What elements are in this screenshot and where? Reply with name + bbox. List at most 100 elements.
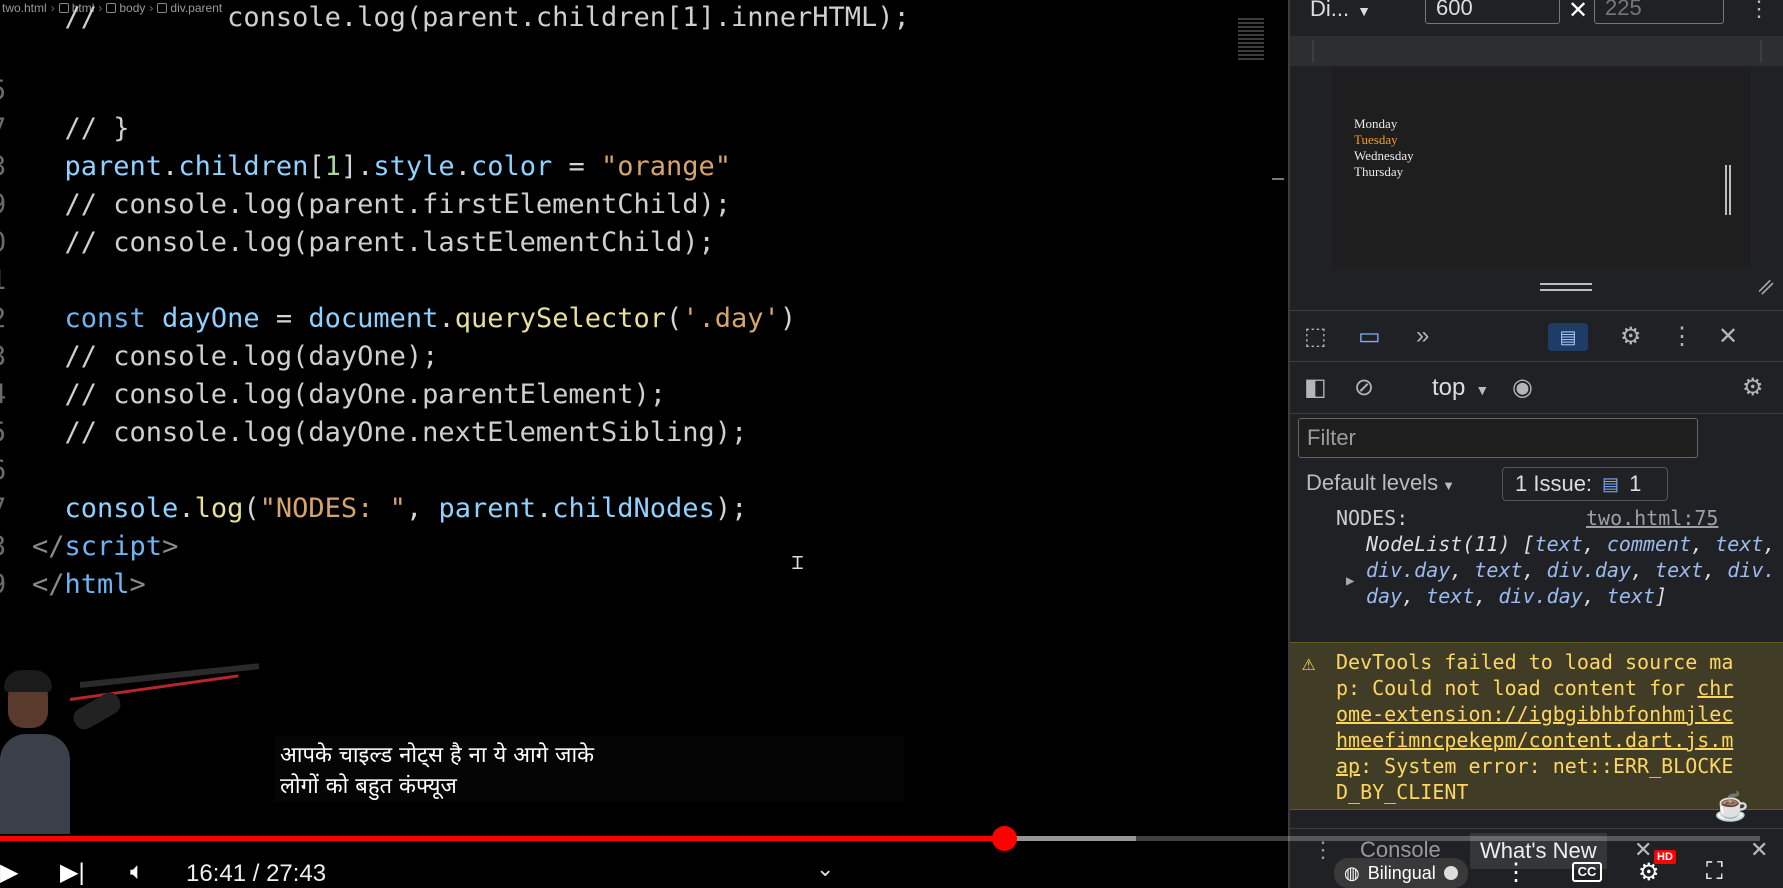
live-expression-eye-icon[interactable]: ◉ bbox=[1512, 372, 1533, 402]
progress-played bbox=[0, 836, 1005, 841]
code-text: // console.log(parent.children[1].innerH… bbox=[32, 2, 910, 33]
log-label: NODES: bbox=[1336, 506, 1409, 530]
bottom-resize-handle[interactable] bbox=[1540, 283, 1592, 291]
video-controls: ▶ ▶| 🔈︎ 16:41 / 27:43 ⌄ ◍ Bilingual ⋮ CC… bbox=[0, 850, 1783, 888]
expand-triangle-icon[interactable]: ▶ bbox=[1346, 573, 1354, 589]
subtitle-line-2: लोगों को बहुत कंफ्यूज bbox=[280, 774, 457, 799]
log-levels-select[interactable]: Default levels ▼ bbox=[1306, 470, 1455, 496]
nodelist-item: text bbox=[1534, 532, 1583, 556]
code-text: // console.log(dayOne); bbox=[32, 341, 439, 372]
code-text: </html> bbox=[32, 569, 146, 600]
console-toolbar: ◧ ⊘ top ▼ ◉ ⚙ bbox=[1290, 364, 1783, 414]
presenter-body bbox=[0, 734, 70, 834]
subtitle-line-1: आपके चाइल्ड नोट्स है ना ये आगे जाके bbox=[280, 743, 595, 768]
bilingual-toggle[interactable]: ◍ Bilingual bbox=[1334, 858, 1468, 888]
warning-text: DevTools failed to load source map: Coul… bbox=[1336, 650, 1734, 804]
context-select[interactable]: top ▼ bbox=[1432, 374, 1489, 402]
width-input[interactable]: 600 bbox=[1425, 0, 1560, 24]
line-number: 5 bbox=[0, 413, 6, 453]
line-number: 3 bbox=[0, 147, 6, 187]
volume-icon[interactable]: 🔈︎ bbox=[130, 858, 144, 886]
nodelist-item: div.day bbox=[1546, 558, 1631, 582]
code-text: // } bbox=[32, 113, 130, 144]
device-toolbar: Di... ▼ 600 ✕ 225 ⋮ bbox=[1290, 0, 1783, 32]
nodelist-item: text bbox=[1426, 584, 1475, 608]
messages-icon[interactable]: ▤ bbox=[1548, 323, 1588, 351]
captions-button[interactable]: CC bbox=[1572, 862, 1602, 882]
presenter-hair bbox=[4, 670, 52, 692]
preview-day-wednesday: Wednesday bbox=[1354, 148, 1414, 163]
line-number: 3 bbox=[0, 527, 6, 567]
right-resize-handle[interactable] bbox=[1725, 165, 1731, 215]
device-preview[interactable]: Monday Tuesday Wednesday Thursday bbox=[1332, 68, 1750, 268]
preview-day-thursday: Thursday bbox=[1354, 164, 1404, 179]
preview-day-monday: Monday bbox=[1354, 116, 1398, 131]
line-number: 6 bbox=[0, 451, 6, 491]
close-devtools-icon[interactable]: ✕ bbox=[1718, 321, 1738, 351]
line-number: 1 bbox=[0, 261, 6, 301]
sidebar-toggle-icon[interactable]: ◧ bbox=[1304, 372, 1327, 402]
caret-down-icon: ▼ bbox=[1442, 478, 1455, 493]
console-settings-gear-icon[interactable]: ⚙ bbox=[1742, 372, 1764, 402]
nodelist-item: text bbox=[1655, 558, 1704, 582]
dimensions-select[interactable]: Di... ▼ bbox=[1310, 0, 1371, 22]
next-icon[interactable]: ▶| bbox=[60, 858, 85, 887]
nodelist-item: text bbox=[1715, 532, 1764, 556]
close-icon: ✕ bbox=[1568, 0, 1589, 24]
nodelist-value[interactable]: NodeList(11) [text, comment, text, div.d… bbox=[1366, 531, 1776, 609]
chevron-down-icon[interactable]: ⌄ bbox=[816, 856, 834, 882]
play-icon[interactable]: ▶ bbox=[0, 858, 18, 887]
line-number: 0 bbox=[0, 223, 6, 263]
line-number: 5 bbox=[0, 71, 6, 111]
log-source-link[interactable]: two.html:75 bbox=[1586, 506, 1718, 530]
minimap[interactable] bbox=[1238, 18, 1264, 62]
devtools-main-toolbar: ⬚ ▭ » ▤ ⚙ ⋮ ✕ bbox=[1290, 310, 1783, 362]
issues-button[interactable]: 1 Issue: ▤ 1 bbox=[1502, 467, 1668, 501]
caret-down-icon: ▼ bbox=[1357, 3, 1371, 19]
scrollbar-marker bbox=[1272, 178, 1284, 180]
globe-icon: ◍ bbox=[1344, 862, 1360, 883]
device-toggle-icon[interactable]: ▭ bbox=[1358, 321, 1381, 351]
line-number: 7 bbox=[0, 109, 6, 149]
nodelist-item: text bbox=[1474, 558, 1523, 582]
code-text: const dayOne = document.querySelector('.… bbox=[32, 303, 797, 334]
line-number: 9 bbox=[0, 565, 6, 605]
devtools-panel[interactable]: Di... ▼ 600 ✕ 225 ⋮ Monday Tuesday Wednes… bbox=[1288, 0, 1783, 888]
toggle-dot bbox=[1443, 866, 1458, 880]
warning-message: ⚠ DevTools failed to load source map: Co… bbox=[1290, 642, 1783, 810]
console-filter-input[interactable]: Filter bbox=[1298, 418, 1698, 458]
more-options-icon[interactable]: ⋮ bbox=[1748, 0, 1770, 22]
line-number: 7 bbox=[0, 489, 6, 529]
code-text: // console.log(parent.lastElementChild); bbox=[32, 227, 715, 258]
text-cursor-icon: Ꮖ bbox=[792, 553, 804, 574]
video-progress-bar[interactable] bbox=[0, 826, 1760, 851]
console-output: NODES: two.html:75 ▶ NodeList(11) [text,… bbox=[1290, 506, 1783, 810]
code-text: // console.log(dayOne.parentElement); bbox=[32, 379, 666, 410]
line-number: 9 bbox=[0, 185, 6, 225]
code-text: parent.children[1].style.color = "orange… bbox=[32, 151, 732, 182]
hd-badge: HD bbox=[1654, 850, 1676, 864]
nodelist-item: div.day bbox=[1366, 558, 1451, 582]
code-text: console.log("NODES: ", parent.childNodes… bbox=[32, 493, 748, 524]
clear-console-icon[interactable]: ⊘ bbox=[1354, 372, 1374, 402]
height-input[interactable]: 225 bbox=[1594, 0, 1724, 24]
video-subtitle: आपके चाइल्ड नोट्स है ना ये आगे जाके लोगो… bbox=[274, 736, 904, 802]
nodelist-item: text bbox=[1606, 584, 1656, 608]
code-text: // console.log(parent.firstElementChild)… bbox=[32, 189, 731, 220]
presenter-video bbox=[0, 663, 260, 834]
preview-day-tuesday: Tuesday bbox=[1354, 132, 1398, 147]
more-vert-icon[interactable]: ⋮ bbox=[1670, 321, 1694, 351]
media-query-ruler[interactable] bbox=[1290, 36, 1783, 66]
exit-fullscreen-icon[interactable]: ⛶ bbox=[1706, 858, 1723, 886]
caret-down-icon: ▼ bbox=[1475, 382, 1490, 398]
coffee-cup-icon: ☕ bbox=[1714, 791, 1749, 822]
code-text: // console.log(dayOne.nextElementSibling… bbox=[32, 417, 748, 448]
line-number: 3 bbox=[0, 337, 6, 377]
warning-triangle-icon: ⚠ bbox=[1302, 651, 1316, 676]
more-options-icon[interactable]: ⋮ bbox=[1504, 858, 1528, 887]
inspect-element-icon[interactable]: ⬚ bbox=[1304, 321, 1327, 351]
more-tabs-icon[interactable]: » bbox=[1416, 321, 1429, 351]
corner-resize-handle[interactable]: ═ bbox=[1751, 272, 1780, 301]
ruler-tick bbox=[1312, 40, 1314, 62]
settings-gear-icon[interactable]: ⚙ bbox=[1620, 321, 1642, 351]
